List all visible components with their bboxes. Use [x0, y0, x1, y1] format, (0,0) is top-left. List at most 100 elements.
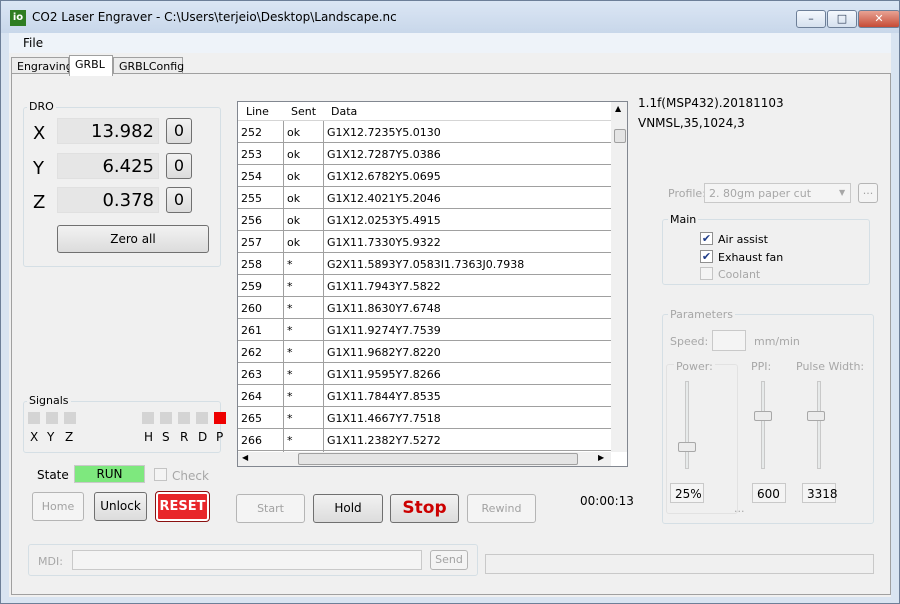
state-label: State [37, 468, 69, 482]
zero-x-button[interactable]: 0 [166, 118, 192, 144]
pulse-width-slider-thumb[interactable] [807, 411, 825, 422]
stop-button[interactable]: Stop [390, 494, 459, 523]
cell-data: G1X11.2382Y7.5272 [327, 434, 441, 447]
check-mode-checkbox[interactable] [154, 468, 167, 481]
cell-line: 257 [241, 236, 262, 249]
hold-button[interactable]: Hold [313, 494, 383, 523]
grid-vertical-scroll-thumb[interactable] [614, 129, 626, 143]
signal-h-label: H [144, 430, 154, 444]
grid-header: Line Sent Data [238, 102, 627, 121]
cell-line: 253 [241, 148, 262, 161]
cell-line: 256 [241, 214, 262, 227]
zero-all-button[interactable]: Zero all [57, 225, 209, 253]
cell-line: 263 [241, 368, 262, 381]
unlock-button[interactable]: Unlock [94, 492, 147, 521]
scroll-left-icon[interactable]: ◀ [242, 453, 248, 462]
col-data-header[interactable]: Data [331, 105, 357, 118]
firmware-version: 1.1f(MSP432).20181103 [638, 96, 784, 110]
table-row[interactable]: 258 * G2X11.5893Y7.0583I1.7363J0.7938 [238, 253, 611, 275]
signal-r-label: R [180, 430, 189, 444]
signal-h-indicator [142, 412, 154, 424]
signals-label: Signals [27, 394, 71, 407]
scroll-right-icon[interactable]: ▶ [598, 453, 604, 462]
cell-line: 264 [241, 390, 262, 403]
grid-horizontal-scrollbar[interactable]: ◀ ▶ [238, 452, 611, 466]
signal-z-indicator [64, 412, 76, 424]
cell-line: 258 [241, 258, 262, 271]
check-mode-label: Check [172, 469, 209, 483]
table-row[interactable]: 265 * G1X11.4667Y7.7518 [238, 407, 611, 429]
pulse-width-slider-track[interactable] [817, 381, 821, 469]
cell-sent: * [287, 434, 293, 447]
table-row[interactable]: 263 * G1X11.9595Y7.8266 [238, 363, 611, 385]
signal-x-indicator [28, 412, 40, 424]
tab-grbl[interactable]: GRBL [69, 55, 113, 76]
dro-z-value: 0.378 [57, 187, 159, 213]
table-row[interactable]: 256 ok G1X12.0253Y5.4915 [238, 209, 611, 231]
exhaust-fan-checkbox[interactable]: ✔ [700, 250, 713, 263]
cell-data: G1X12.0253Y5.4915 [327, 214, 441, 227]
scroll-up-icon[interactable]: ▲ [615, 104, 621, 113]
power-label: Power: [674, 360, 715, 373]
table-row[interactable]: 254 ok G1X12.6782Y5.0695 [238, 165, 611, 187]
air-assist-checkbox[interactable]: ✔ [700, 232, 713, 245]
reset-button[interactable]: RESET [155, 491, 210, 522]
cell-data: G1X11.9595Y7.8266 [327, 368, 441, 381]
menu-file[interactable]: File [23, 36, 43, 50]
gcode-grid[interactable]: Line Sent Data 252 ok G1X12.7235Y5.0130 253… [237, 101, 628, 467]
table-row[interactable]: 257 ok G1X11.7330Y5.9322 [238, 231, 611, 253]
cell-line: 254 [241, 170, 262, 183]
title-bar[interactable]: io CO2 Laser Engraver - C:\Users\terjeio… [1, 1, 899, 33]
maximize-button[interactable]: □ [827, 10, 857, 28]
ppi-slider-thumb[interactable] [754, 411, 772, 422]
minimize-button[interactable]: – [796, 10, 826, 28]
speed-input[interactable] [712, 330, 746, 351]
home-button[interactable]: Home [32, 492, 84, 521]
close-button[interactable]: ✕ [858, 10, 899, 28]
profile-browse-button[interactable]: ... [858, 183, 878, 203]
mdi-input[interactable] [72, 550, 422, 570]
grbl-tab-panel: DRO X 13.982 0 Y 6.425 0 Z 0.378 0 Zero … [11, 73, 891, 595]
firmware-options: VNMSL,35,1024,3 [638, 116, 745, 130]
cell-data: G2X11.5893Y7.0583I1.7363J0.7938 [327, 258, 525, 271]
coolant-checkbox[interactable] [700, 267, 713, 280]
exhaust-fan-label: Exhaust fan [718, 251, 784, 264]
table-row[interactable]: 264 * G1X11.7844Y7.8535 [238, 385, 611, 407]
zero-z-button[interactable]: 0 [166, 187, 192, 213]
cell-line: 266 [241, 434, 262, 447]
signal-p-label: P [216, 430, 224, 444]
col-sent-header[interactable]: Sent [291, 105, 316, 118]
signal-s-label: S [162, 430, 170, 444]
grid-vertical-scrollbar[interactable]: ▲ [611, 102, 627, 452]
table-row[interactable]: 262 * G1X11.9682Y7.8220 [238, 341, 611, 363]
table-row[interactable]: 255 ok G1X12.4021Y5.2046 [238, 187, 611, 209]
col-line-header[interactable]: Line [246, 105, 269, 118]
cell-data: G1X12.7235Y5.0130 [327, 126, 441, 139]
grid-horizontal-scroll-thumb[interactable] [298, 453, 578, 465]
signal-d-label: D [198, 430, 208, 444]
main-group-label: Main [668, 213, 699, 226]
signal-s-indicator [160, 412, 172, 424]
cell-sent: * [287, 346, 293, 359]
cell-line: 265 [241, 412, 262, 425]
send-button[interactable]: Send [430, 550, 468, 570]
signal-z-label: Z [65, 430, 74, 444]
table-row[interactable]: 259 * G1X11.7943Y7.5822 [238, 275, 611, 297]
state-value: RUN [74, 465, 145, 483]
table-row[interactable]: 266 * G1X11.2382Y7.5272 [238, 429, 611, 451]
table-row[interactable]: 261 * G1X11.9274Y7.7539 [238, 319, 611, 341]
menu-bar: File [9, 33, 891, 53]
rewind-button[interactable]: Rewind [467, 494, 536, 523]
ppi-slider-track[interactable] [761, 381, 765, 469]
power-slider-thumb[interactable] [678, 442, 696, 452]
signal-d-indicator [196, 412, 208, 424]
power-slider-track[interactable] [685, 381, 689, 469]
dro-y-value: 6.425 [57, 153, 159, 179]
zero-y-button[interactable]: 0 [166, 153, 192, 179]
table-row[interactable]: 253 ok G1X12.7287Y5.0386 [238, 143, 611, 165]
table-row[interactable]: 260 * G1X11.8630Y7.6748 [238, 297, 611, 319]
start-button[interactable]: Start [236, 494, 305, 523]
profile-select[interactable]: 2. 80gm paper cut ▼ [704, 183, 851, 203]
table-row[interactable]: 252 ok G1X12.7235Y5.0130 [238, 121, 611, 143]
col-divider [283, 121, 284, 452]
